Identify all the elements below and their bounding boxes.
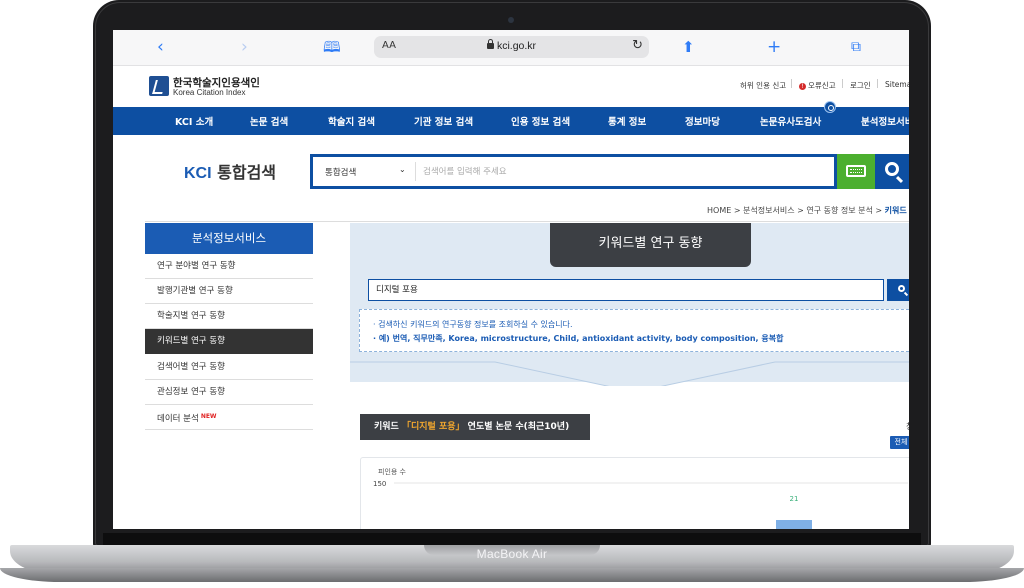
- search-button[interactable]: [875, 154, 909, 189]
- webcam: [508, 17, 514, 23]
- sidebar-item-keyword-trend[interactable]: 키워드별 연구 동향: [145, 329, 313, 354]
- search-icon: [885, 162, 899, 176]
- chevron-down-icon[interactable]: ⌄: [399, 165, 406, 174]
- nav-item-kci-intro[interactable]: KCI 소개: [175, 114, 213, 128]
- keyboard-icon: [846, 165, 866, 177]
- chevron-left-icon[interactable]: ‹: [157, 37, 164, 57]
- error-report-link[interactable]: ! 오류신고: [799, 80, 836, 91]
- section-title-prefix: 키워드: [374, 422, 402, 432]
- nav-item-institution-search[interactable]: 기관 정보 검색: [414, 114, 473, 128]
- example-keywords[interactable]: · 예) 번역, 직무만족, Korea, microstructure, Ch…: [373, 333, 783, 344]
- y-tick-label: 150: [373, 480, 386, 488]
- search-scope-select[interactable]: 통합검색: [325, 166, 356, 178]
- breadcrumb: HOME > 분석정보서비스 > 연구 동향 정보 분석 > 키워드: [707, 205, 907, 216]
- site-header: 한국학술지인용색인 Korea Citation Index 허위 인용 신고 …: [113, 66, 909, 106]
- search-badge-icon: [824, 101, 836, 113]
- fake-citation-report-link[interactable]: 허위 인용 신고: [740, 80, 786, 91]
- reload-icon[interactable]: ↻: [632, 38, 643, 53]
- kci-wordmark: KCI: [184, 165, 212, 182]
- sitemap-link[interactable]: Sitema: [885, 80, 909, 89]
- nav-item-similarity-check[interactable]: 논문유사도검사: [760, 114, 821, 128]
- nav-item-analysis-service[interactable]: 분석정보서비: [861, 114, 909, 128]
- search-input[interactable]: [423, 161, 823, 182]
- sidebar-item-label: 데이터 분석: [157, 414, 199, 424]
- sidebar-item-field-trend[interactable]: 연구 분야별 연구 동향: [145, 254, 313, 279]
- url-value: kci.go.kr: [496, 40, 537, 52]
- info-line: · 검색하신 키워드의 연구동향 정보를 조회하실 수 있습니다.: [373, 320, 573, 329]
- logo-english[interactable]: Korea Citation Index: [173, 88, 246, 97]
- nav-item-statistics[interactable]: 통계 정보: [608, 114, 646, 128]
- breadcrumb-path[interactable]: HOME > 분석정보서비스 > 연구 동향 정보 분석 >: [707, 206, 885, 215]
- main-nav: KCI 소개 논문 검색 학술지 검색 기관 정보 검색 인용 정보 검색 통계…: [113, 101, 909, 135]
- view-all-button[interactable]: 전체: [890, 436, 909, 449]
- device-label: MacBook Air: [476, 547, 548, 561]
- info-box: · 검색하신 키워드의 연구동향 정보를 조회하실 수 있습니다. · 예) 번…: [359, 309, 909, 352]
- section-keyword: 「디지털 포용」: [401, 422, 465, 432]
- lock-icon: [486, 39, 494, 49]
- address-bar[interactable]: AA kci.go.kr ↻: [374, 36, 649, 58]
- divider: [791, 79, 792, 88]
- bar-label: 21: [790, 495, 799, 503]
- integrated-search-title: KCI 통합검색: [184, 159, 276, 183]
- sidebar-item-interest-trend[interactable]: 관심정보 연구 동향: [145, 380, 313, 405]
- citation-chart: 피인용 수 150100 10621: [373, 467, 908, 529]
- tabs-icon[interactable]: ⧉: [851, 37, 861, 57]
- url-text: kci.go.kr: [374, 39, 649, 52]
- panel-pointer: [350, 352, 909, 386]
- chevron-right-icon[interactable]: ›: [241, 37, 248, 57]
- sidebar-item-data-analysis[interactable]: 데이터 분석 NEW: [145, 405, 313, 430]
- integrated-search-label: 통합검색: [211, 163, 277, 182]
- search-box: 통합검색 ⌄: [310, 154, 837, 189]
- nav-item-journal-search[interactable]: 학술지 검색: [328, 114, 375, 128]
- breadcrumb-current: 키워드: [884, 206, 907, 215]
- laptop-base-lip: [0, 568, 1024, 582]
- sidebar-title: 분석정보서비스: [145, 223, 313, 254]
- page-title: 키워드별 연구 동향: [550, 223, 751, 267]
- nav-item-citation-search[interactable]: 인용 정보 검색: [511, 114, 570, 128]
- search-icon: [898, 285, 905, 292]
- share-icon[interactable]: ⬆: [682, 37, 695, 57]
- sidebar-item-journal-trend[interactable]: 학술지별 연구 동향: [145, 304, 313, 329]
- bar[interactable]: [776, 520, 812, 529]
- sidebar-item-query-trend[interactable]: 검색어별 연구 동향: [145, 355, 313, 380]
- plus-icon[interactable]: +: [767, 37, 781, 57]
- y-axis-label: 피인용 수: [378, 467, 407, 476]
- login-link[interactable]: 로그인: [850, 80, 871, 91]
- screen: ‹ › 🕮 AA kci.go.kr ↻ ⬆ + ⧉ 한국학술지인용색인 Kor…: [113, 30, 909, 529]
- divider: [842, 79, 843, 88]
- section-title: 키워드 「디지털 포용」 연도별 논문 수(최근10년): [360, 414, 590, 440]
- keyword-search-button[interactable]: [887, 279, 909, 301]
- new-badge: NEW: [200, 413, 217, 420]
- sidebar-item-publisher-trend[interactable]: 발행기관별 연구 동향: [145, 279, 313, 304]
- kci-logo-icon[interactable]: [149, 76, 169, 96]
- alert-icon: !: [799, 83, 806, 90]
- nav-item-info-square[interactable]: 정보마당: [685, 114, 720, 128]
- divider: [145, 221, 909, 222]
- right-label-cut: 칭: [906, 421, 909, 432]
- browser-toolbar: ‹ › 🕮 AA kci.go.kr ↻ ⬆ + ⧉: [113, 30, 909, 66]
- keyword-input[interactable]: 디지털 포용: [368, 279, 884, 301]
- section-title-suffix: 연도별 논문 수(최근10년): [464, 422, 570, 432]
- divider: [877, 79, 878, 88]
- error-report-label: 오류신고: [808, 81, 836, 90]
- divider: [415, 162, 416, 181]
- virtual-keyboard-button[interactable]: [837, 154, 875, 189]
- nav-item-article-search[interactable]: 논문 검색: [250, 114, 288, 128]
- book-icon[interactable]: 🕮: [323, 37, 341, 57]
